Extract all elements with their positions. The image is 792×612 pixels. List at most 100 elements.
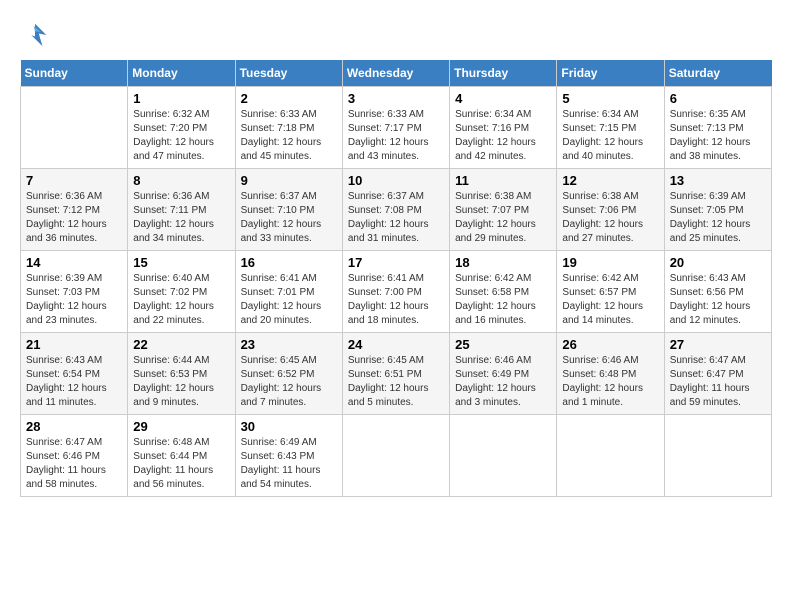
calendar-cell: 22 Sunrise: 6:44 AM Sunset: 6:53 PM Dayli… (128, 333, 235, 415)
calendar-cell: 2 Sunrise: 6:33 AM Sunset: 7:18 PM Daylig… (235, 87, 342, 169)
day-info: Sunrise: 6:40 AM Sunset: 7:02 PM Dayligh… (133, 272, 229, 328)
day-number: 28 (26, 419, 122, 434)
calendar-cell: 20Sunrise: 6:43 AM Sunset: 6:56 PM Dayli… (664, 251, 771, 333)
logo-icon (20, 20, 50, 50)
day-info: Sunrise: 6:36 AM Sunset: 7:11 PM Dayligh… (133, 190, 229, 246)
calendar-week-5: 28Sunrise: 6:47 AM Sunset: 6:46 PM Dayli… (21, 415, 772, 497)
day-number: 29 (133, 419, 229, 434)
calendar-cell: 27 Sunrise: 6:47 AM Sunset: 6:47 PM Dayli… (664, 333, 771, 415)
day-number: 5 (562, 91, 658, 106)
calendar-cell: 29 Sunrise: 6:48 AM Sunset: 6:44 PM Dayli… (128, 415, 235, 497)
day-info: Sunrise: 6:37 AM Sunset: 7:10 PM Dayligh… (241, 190, 337, 246)
day-number: 16 (241, 255, 337, 270)
day-info: Sunrise: 6:33 AM Sunset: 7:18 PM Dayligh… (241, 108, 337, 164)
calendar-cell: 3 Sunrise: 6:33 AM Sunset: 7:17 PM Daylig… (342, 87, 449, 169)
day-header-sunday: Sunday (21, 60, 128, 87)
day-info: Sunrise: 6:48 AM Sunset: 6:44 PM Dayligh… (133, 436, 229, 492)
calendar-cell (21, 87, 128, 169)
day-info: Sunrise: 6:47 AM Sunset: 6:47 PM Dayligh… (670, 354, 766, 410)
calendar-cell: 25Sunrise: 6:46 AM Sunset: 6:49 PM Dayli… (450, 333, 557, 415)
day-number: 3 (348, 91, 444, 106)
day-info: Sunrise: 6:39 AM Sunset: 7:03 PM Dayligh… (26, 272, 122, 328)
calendar-cell: 1 Sunrise: 6:32 AM Sunset: 7:20 PM Daylig… (128, 87, 235, 169)
calendar-cell: 19 Sunrise: 6:42 AM Sunset: 6:57 PM Dayli… (557, 251, 664, 333)
day-info: Sunrise: 6:38 AM Sunset: 7:06 PM Dayligh… (562, 190, 658, 246)
calendar-cell: 6 Sunrise: 6:35 AM Sunset: 7:13 PM Daylig… (664, 87, 771, 169)
day-number: 26 (562, 337, 658, 352)
day-info: Sunrise: 6:34 AM Sunset: 7:16 PM Dayligh… (455, 108, 551, 164)
day-number: 30 (241, 419, 337, 434)
calendar-cell: 8 Sunrise: 6:36 AM Sunset: 7:11 PM Daylig… (128, 169, 235, 251)
calendar-cell: 21Sunrise: 6:43 AM Sunset: 6:54 PM Dayli… (21, 333, 128, 415)
day-info: Sunrise: 6:42 AM Sunset: 6:57 PM Dayligh… (562, 272, 658, 328)
page-header (20, 20, 772, 50)
day-number: 2 (241, 91, 337, 106)
day-info: Sunrise: 6:42 AM Sunset: 6:58 PM Dayligh… (455, 272, 551, 328)
calendar-cell (450, 415, 557, 497)
calendar-cell: 9 Sunrise: 6:37 AM Sunset: 7:10 PM Daylig… (235, 169, 342, 251)
day-info: Sunrise: 6:46 AM Sunset: 6:48 PM Dayligh… (562, 354, 658, 410)
day-number: 23 (241, 337, 337, 352)
day-number: 7 (26, 173, 122, 188)
calendar-week-3: 14 Sunrise: 6:39 AM Sunset: 7:03 PM Dayli… (21, 251, 772, 333)
day-info: Sunrise: 6:43 AM Sunset: 6:54 PM Dayligh… (26, 354, 122, 410)
day-info: Sunrise: 6:45 AM Sunset: 6:52 PM Dayligh… (241, 354, 337, 410)
day-number: 22 (133, 337, 229, 352)
day-number: 11 (455, 173, 551, 188)
calendar-cell: 14 Sunrise: 6:39 AM Sunset: 7:03 PM Dayli… (21, 251, 128, 333)
calendar-cell (342, 415, 449, 497)
calendar-cell: 17 Sunrise: 6:41 AM Sunset: 7:00 PM Dayli… (342, 251, 449, 333)
day-header-monday: Monday (128, 60, 235, 87)
day-info: Sunrise: 6:39 AM Sunset: 7:05 PM Dayligh… (670, 190, 766, 246)
day-info: Sunrise: 6:41 AM Sunset: 7:00 PM Dayligh… (348, 272, 444, 328)
calendar-cell: 23 Sunrise: 6:45 AM Sunset: 6:52 PM Dayli… (235, 333, 342, 415)
day-number: 1 (133, 91, 229, 106)
day-header-saturday: Saturday (664, 60, 771, 87)
calendar-cell: 26 Sunrise: 6:46 AM Sunset: 6:48 PM Dayli… (557, 333, 664, 415)
day-number: 9 (241, 173, 337, 188)
day-info: Sunrise: 6:36 AM Sunset: 7:12 PM Dayligh… (26, 190, 122, 246)
day-header-wednesday: Wednesday (342, 60, 449, 87)
day-number: 17 (348, 255, 444, 270)
day-info: Sunrise: 6:41 AM Sunset: 7:01 PM Dayligh… (241, 272, 337, 328)
calendar-week-2: 7 Sunrise: 6:36 AM Sunset: 7:12 PM Daylig… (21, 169, 772, 251)
day-info: Sunrise: 6:46 AM Sunset: 6:49 PM Dayligh… (455, 354, 551, 410)
day-info: Sunrise: 6:37 AM Sunset: 7:08 PM Dayligh… (348, 190, 444, 246)
calendar-cell: 15Sunrise: 6:40 AM Sunset: 7:02 PM Dayli… (128, 251, 235, 333)
day-number: 19 (562, 255, 658, 270)
calendar-cell: 5 Sunrise: 6:34 AM Sunset: 7:15 PM Daylig… (557, 87, 664, 169)
day-number: 6 (670, 91, 766, 106)
calendar-table: SundayMondayTuesdayWednesdayThursdayFrid… (20, 60, 772, 497)
calendar-week-4: 21Sunrise: 6:43 AM Sunset: 6:54 PM Dayli… (21, 333, 772, 415)
day-info: Sunrise: 6:45 AM Sunset: 6:51 PM Dayligh… (348, 354, 444, 410)
day-info: Sunrise: 6:44 AM Sunset: 6:53 PM Dayligh… (133, 354, 229, 410)
day-info: Sunrise: 6:34 AM Sunset: 7:15 PM Dayligh… (562, 108, 658, 164)
calendar-week-1: 1 Sunrise: 6:32 AM Sunset: 7:20 PM Daylig… (21, 87, 772, 169)
logo (20, 20, 54, 50)
calendar-cell: 13 Sunrise: 6:39 AM Sunset: 7:05 PM Dayli… (664, 169, 771, 251)
day-number: 10 (348, 173, 444, 188)
day-info: Sunrise: 6:35 AM Sunset: 7:13 PM Dayligh… (670, 108, 766, 164)
day-number: 14 (26, 255, 122, 270)
calendar-cell: 30Sunrise: 6:49 AM Sunset: 6:43 PM Dayli… (235, 415, 342, 497)
day-number: 12 (562, 173, 658, 188)
day-info: Sunrise: 6:38 AM Sunset: 7:07 PM Dayligh… (455, 190, 551, 246)
calendar-cell: 10 Sunrise: 6:37 AM Sunset: 7:08 PM Dayli… (342, 169, 449, 251)
calendar-cell: 12 Sunrise: 6:38 AM Sunset: 7:06 PM Dayli… (557, 169, 664, 251)
day-header-tuesday: Tuesday (235, 60, 342, 87)
day-info: Sunrise: 6:43 AM Sunset: 6:56 PM Dayligh… (670, 272, 766, 328)
calendar-header-row: SundayMondayTuesdayWednesdayThursdayFrid… (21, 60, 772, 87)
calendar-cell: 7 Sunrise: 6:36 AM Sunset: 7:12 PM Daylig… (21, 169, 128, 251)
day-number: 27 (670, 337, 766, 352)
day-number: 13 (670, 173, 766, 188)
day-number: 18 (455, 255, 551, 270)
calendar-cell: 11 Sunrise: 6:38 AM Sunset: 7:07 PM Dayli… (450, 169, 557, 251)
day-info: Sunrise: 6:33 AM Sunset: 7:17 PM Dayligh… (348, 108, 444, 164)
calendar-cell: 18 Sunrise: 6:42 AM Sunset: 6:58 PM Dayli… (450, 251, 557, 333)
calendar-cell (557, 415, 664, 497)
day-number: 8 (133, 173, 229, 188)
day-info: Sunrise: 6:32 AM Sunset: 7:20 PM Dayligh… (133, 108, 229, 164)
calendar-cell: 4Sunrise: 6:34 AM Sunset: 7:16 PM Daylig… (450, 87, 557, 169)
day-header-friday: Friday (557, 60, 664, 87)
calendar-cell: 16 Sunrise: 6:41 AM Sunset: 7:01 PM Dayli… (235, 251, 342, 333)
